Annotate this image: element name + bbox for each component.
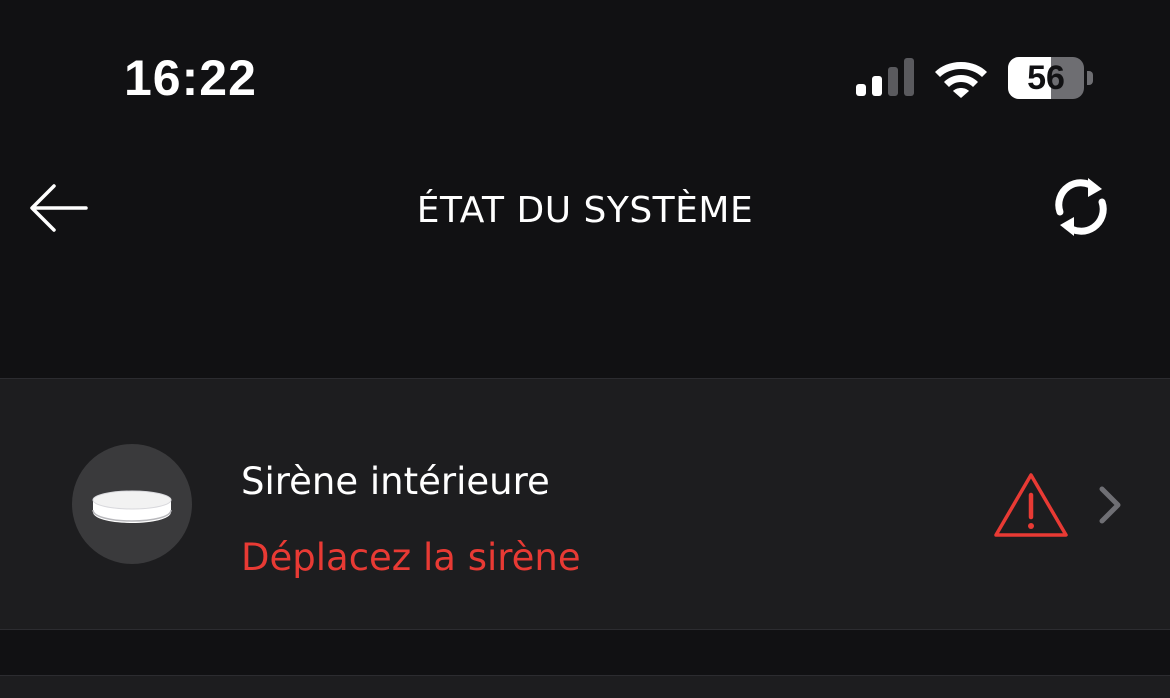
- battery-cap: [1087, 71, 1093, 85]
- screen: 16:22 56 ÉTAT DU SYSTÈME Sirène intérieu…: [0, 0, 1170, 698]
- warning-triangle-icon: [994, 473, 1068, 537]
- signal-bar: [872, 76, 882, 96]
- device-row-indoor-siren[interactable]: Sirène intérieure Déplacez la sirène: [0, 379, 1170, 629]
- battery-body: 56: [1008, 57, 1084, 99]
- status-time: 16:22: [124, 50, 257, 106]
- refresh-icon: [1055, 178, 1107, 236]
- device-avatar: [72, 444, 192, 564]
- battery-indicator: 56: [1008, 57, 1094, 99]
- device-status: Déplacez la sirène: [241, 536, 581, 579]
- signal-bar: [888, 67, 898, 96]
- cellular-signal-icon: [856, 58, 914, 96]
- refresh-button[interactable]: [1048, 172, 1114, 242]
- battery-level: 56: [1027, 59, 1065, 97]
- device-name: Sirène intérieure: [241, 460, 550, 503]
- signal-bar: [904, 58, 914, 96]
- list-divider: [0, 629, 1170, 630]
- page-title: ÉTAT DU SYSTÈME: [416, 190, 754, 231]
- wifi-icon: [935, 62, 987, 98]
- next-list-row: [0, 676, 1170, 698]
- siren-puck-icon: [92, 490, 172, 523]
- signal-bar: [856, 84, 866, 96]
- status-bar: 16:22 56: [0, 0, 1170, 150]
- chevron-right-icon: [1099, 486, 1121, 524]
- nav-bar: ÉTAT DU SYSTÈME: [0, 150, 1170, 270]
